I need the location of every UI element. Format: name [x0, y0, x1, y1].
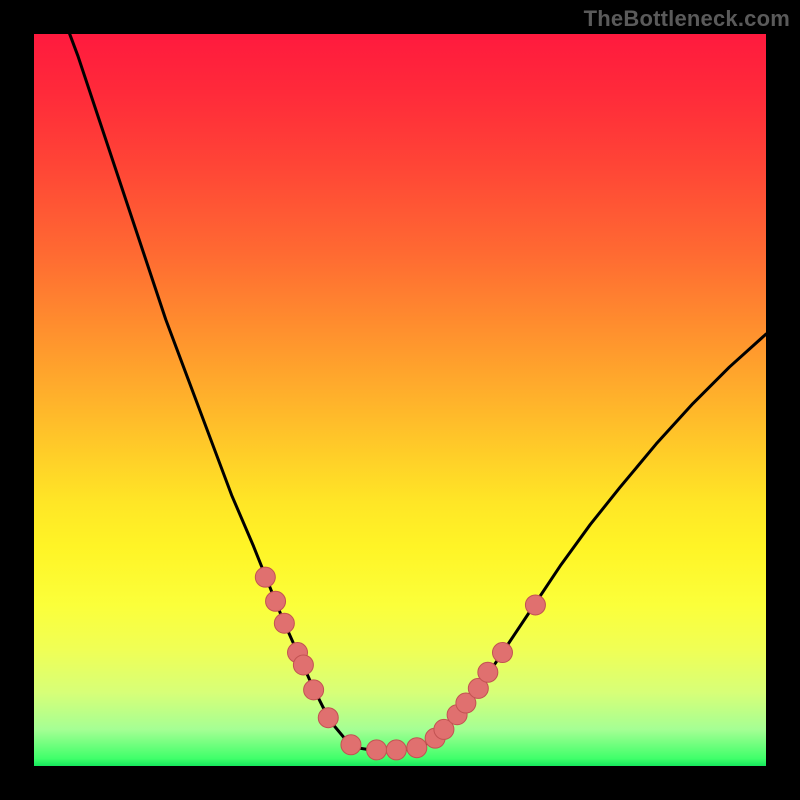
- data-marker: [492, 643, 512, 663]
- data-marker: [407, 738, 427, 758]
- data-marker: [386, 740, 406, 760]
- bottleneck-curve: [34, 34, 766, 766]
- curve-line: [56, 0, 766, 750]
- watermark-text: TheBottleneck.com: [584, 6, 790, 32]
- data-marker: [293, 655, 313, 675]
- data-marker: [341, 735, 361, 755]
- chart-frame: TheBottleneck.com: [0, 0, 800, 800]
- data-marker: [478, 662, 498, 682]
- curve-path: [56, 0, 766, 750]
- data-marker: [255, 567, 275, 587]
- data-marker: [304, 680, 324, 700]
- data-marker: [525, 595, 545, 615]
- data-marker: [274, 613, 294, 633]
- plot-area: [34, 34, 766, 766]
- data-marker: [266, 591, 286, 611]
- data-markers: [255, 567, 545, 760]
- data-marker: [367, 740, 387, 760]
- data-marker: [318, 708, 338, 728]
